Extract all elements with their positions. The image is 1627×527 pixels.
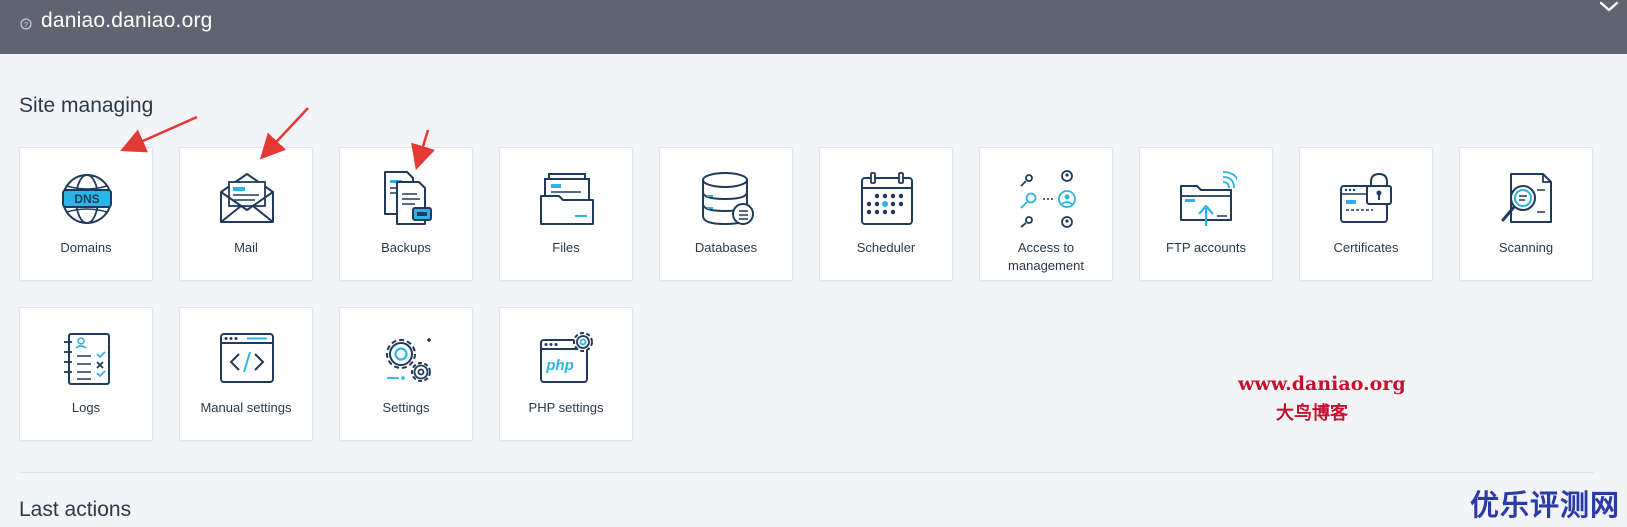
tile-settings[interactable]: Settings <box>339 307 473 441</box>
backup-documents-icon <box>384 171 432 225</box>
chevron-down-icon[interactable] <box>1598 0 1620 16</box>
tile-certificates[interactable]: Certificates <box>1299 147 1433 281</box>
site-header: ? daniao.daniao.org <box>0 0 1627 54</box>
tile-mail[interactable]: Mail <box>179 147 313 281</box>
tile-manual-settings[interactable]: Manual settings <box>179 307 313 441</box>
watermark-blog-name: 大鸟博客 <box>1276 403 1348 423</box>
watermark-corner: 优乐评测网 <box>1470 490 1621 522</box>
tile-databases[interactable]: Databases <box>659 147 793 281</box>
calendar-icon <box>861 172 913 225</box>
php-window-icon: php <box>540 332 593 383</box>
watermark-url: www.daniao.org <box>1238 373 1406 395</box>
magnifier-document-icon <box>1501 173 1552 223</box>
certificate-lock-icon <box>1340 172 1392 223</box>
file-folder-icon <box>540 173 594 225</box>
tile-access-to-management[interactable]: Access to management <box>979 147 1113 281</box>
tile-ftp-accounts[interactable]: FTP accounts <box>1139 147 1273 281</box>
envelope-icon <box>220 173 274 223</box>
tile-label: Scanning <box>1498 240 1554 255</box>
annotation-arrow-domains <box>120 115 198 153</box>
tile-label: Files <box>552 240 580 255</box>
tile-domains[interactable]: DNS Domains <box>19 147 153 281</box>
site-name: daniao.daniao.org <box>41 9 213 32</box>
tile-label: Backups <box>381 240 431 255</box>
tile-label: Manual settings <box>200 400 292 415</box>
tile-label: Mail <box>234 240 258 255</box>
database-icon <box>702 172 754 226</box>
gears-icon <box>386 338 431 382</box>
tile-label: Databases <box>694 240 758 255</box>
tile-label: Scheduler <box>856 240 916 255</box>
section-divider <box>19 472 1594 473</box>
tile-scheduler[interactable]: Scheduler <box>819 147 953 281</box>
svg-text:?: ? <box>24 22 28 29</box>
tile-logs[interactable]: Logs <box>19 307 153 441</box>
tile-label: Settings <box>382 400 430 415</box>
tile-backups[interactable]: Backups <box>339 147 473 281</box>
section-title-last-actions: Last actions <box>19 498 132 521</box>
tile-scanning[interactable]: Scanning <box>1459 147 1593 281</box>
code-window-icon <box>220 333 274 383</box>
tile-files[interactable]: Files <box>499 147 633 281</box>
section-title-site-managing: Site managing <box>19 94 154 117</box>
tile-label: Domains <box>60 240 112 255</box>
tile-label: Certificates <box>1333 240 1399 255</box>
ftp-folder-icon <box>1180 171 1237 226</box>
svg-text:DNS: DNS <box>74 192 99 206</box>
tile-label: Logs <box>71 400 101 415</box>
svg-text:php: php <box>545 357 574 374</box>
tile-label: PHP settings <box>528 400 604 415</box>
info-icon[interactable]: ? <box>20 18 32 30</box>
keys-users-icon <box>1020 170 1076 228</box>
log-notebook-icon <box>64 333 110 385</box>
dns-globe-icon: DNS <box>62 174 112 224</box>
tile-label: Access to management <box>1008 240 1084 273</box>
tile-label: FTP accounts <box>1166 240 1246 255</box>
tile-php-settings[interactable]: php PHP settings <box>499 307 633 441</box>
